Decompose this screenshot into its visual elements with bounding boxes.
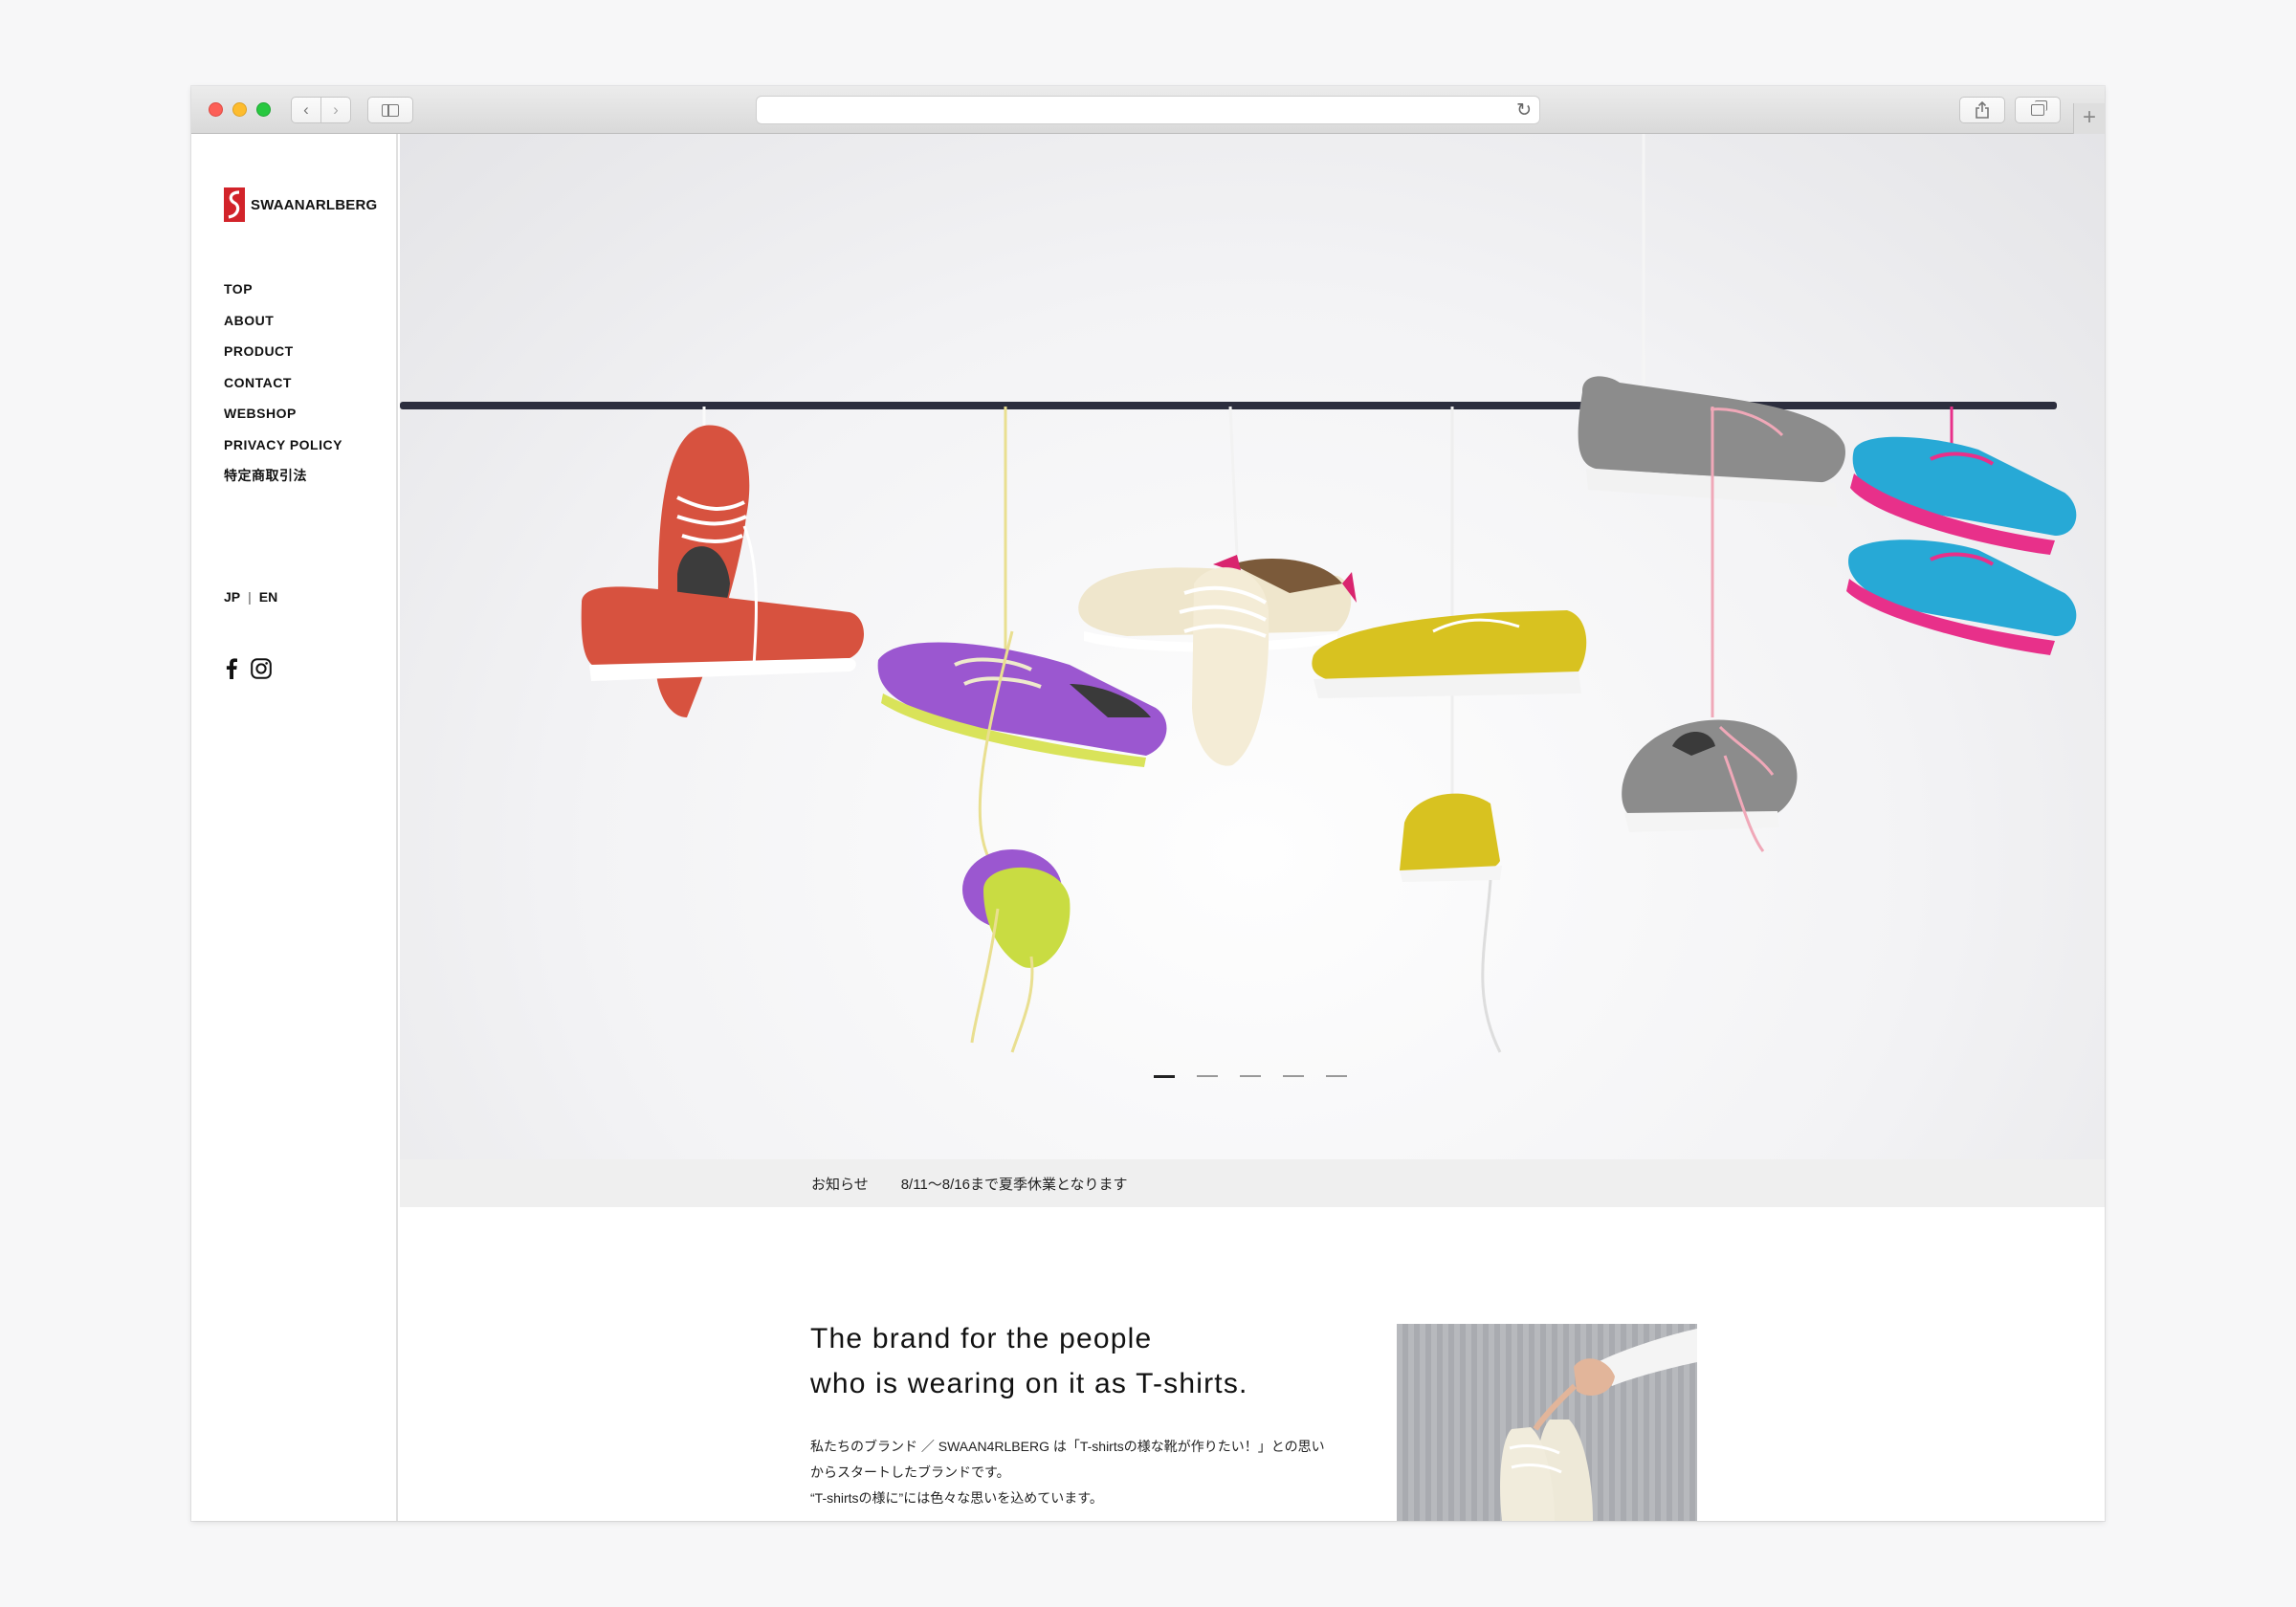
menu-item-commerce-law[interactable]: 特定商取引法 bbox=[224, 460, 342, 492]
close-window-button[interactable] bbox=[209, 102, 223, 117]
intro-title: The brand for the people who is wearing … bbox=[810, 1316, 1248, 1406]
instagram-icon[interactable] bbox=[251, 658, 272, 679]
news-label: お知らせ bbox=[811, 1176, 869, 1193]
plus-icon: + bbox=[2082, 104, 2096, 130]
news-bar: お知らせ 8/11〜8/16まで夏季休業となります bbox=[400, 1159, 2105, 1207]
menu-item-product[interactable]: PRODUCT bbox=[224, 336, 342, 367]
slider-dot[interactable] bbox=[1240, 1075, 1261, 1077]
show-tabs-button[interactable] bbox=[2015, 97, 2061, 123]
forward-button[interactable]: › bbox=[320, 97, 351, 123]
menu-item-about[interactable]: ABOUT bbox=[224, 305, 342, 337]
zoom-window-button[interactable] bbox=[256, 102, 271, 117]
logo-text: SWAANARLBERG bbox=[251, 196, 378, 213]
menu-item-top[interactable]: TOP bbox=[224, 274, 342, 305]
chevron-left-icon: ‹ bbox=[303, 100, 309, 119]
site-sidebar: SWAANARLBERG TOP ABOUT PRODUCT CONTACT W… bbox=[191, 134, 398, 1521]
hand-holding-shoes-image bbox=[1500, 1329, 1697, 1521]
chevron-right-icon: › bbox=[333, 100, 339, 119]
slider-dot[interactable] bbox=[1283, 1075, 1304, 1077]
new-tab-button[interactable]: + bbox=[2073, 103, 2105, 134]
facebook-icon[interactable] bbox=[226, 658, 237, 679]
intro-body: 私たちのブランド ／ SWAAN4RLBERG は「T-shirtsの様な靴が作… bbox=[810, 1434, 1356, 1511]
news-text[interactable]: 8/11〜8/16まで夏季休業となります bbox=[901, 1174, 1128, 1194]
sidebar-icon bbox=[382, 103, 399, 117]
site-logo[interactable]: SWAANARLBERG bbox=[224, 187, 377, 222]
minimize-window-button[interactable] bbox=[232, 102, 247, 117]
menu-item-contact[interactable]: CONTACT bbox=[224, 367, 342, 399]
slider-pagination bbox=[1154, 1075, 1347, 1078]
logo-mark-icon bbox=[224, 187, 245, 222]
intro-title-line: The brand for the people bbox=[810, 1323, 1153, 1354]
back-button[interactable]: ‹ bbox=[291, 97, 321, 123]
share-icon bbox=[1976, 101, 1989, 119]
intro-body-line: からスタートしたブランドです。 bbox=[810, 1464, 1010, 1480]
language-switcher: JP | EN bbox=[224, 589, 277, 605]
tabs-icon bbox=[2031, 100, 2047, 116]
intro-body-line: 私たちのブランド ／ SWAAN4RLBERG は「T-shirtsの様な靴が作… bbox=[810, 1439, 1325, 1454]
sidebar-toggle-button[interactable] bbox=[367, 97, 413, 123]
hero-image bbox=[400, 134, 2077, 1053]
lang-separator: | bbox=[248, 589, 252, 605]
slider-dot[interactable] bbox=[1197, 1075, 1218, 1077]
address-bar[interactable]: ↻ bbox=[756, 96, 1540, 124]
slider-dot[interactable] bbox=[1326, 1075, 1347, 1077]
slider-dot[interactable] bbox=[1154, 1075, 1175, 1078]
menu-item-privacy-policy[interactable]: PRIVACY POLICY bbox=[224, 429, 342, 461]
intro-photo bbox=[1397, 1324, 1697, 1521]
social-links bbox=[226, 658, 272, 679]
share-button[interactable] bbox=[1959, 97, 2005, 123]
browser-toolbar: ‹ › ↻ + bbox=[191, 86, 2105, 134]
lang-jp-link[interactable]: JP bbox=[224, 589, 240, 605]
intro-body-line: “T-shirtsの様に”には色々な思いを込めています。 bbox=[810, 1490, 1103, 1506]
main-menu: TOP ABOUT PRODUCT CONTACT WEBSHOP PRIVAC… bbox=[224, 274, 342, 492]
lang-en-link[interactable]: EN bbox=[259, 589, 277, 605]
browser-window: ‹ › ↻ + SWAANARLBERG TOP ABOUT PRODUCT C… bbox=[191, 86, 2105, 1521]
menu-item-webshop[interactable]: WEBSHOP bbox=[224, 398, 342, 429]
reload-icon[interactable]: ↻ bbox=[1516, 99, 1532, 121]
brand-intro-section: The brand for the people who is wearing … bbox=[400, 1207, 2105, 1521]
intro-title-line: who is wearing on it as T-shirts. bbox=[810, 1368, 1248, 1399]
hero-slider[interactable] bbox=[400, 134, 2105, 1159]
